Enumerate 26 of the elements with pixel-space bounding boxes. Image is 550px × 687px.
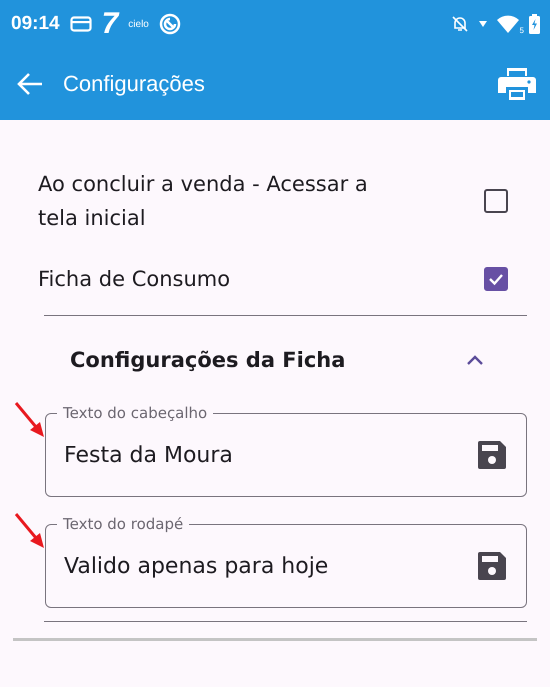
- save-icon[interactable]: [477, 551, 507, 581]
- setting-label: Ficha de Consumo: [38, 266, 232, 293]
- chevron-icon[interactable]: [465, 354, 485, 366]
- screen-title: Configurações: [63, 71, 205, 97]
- checkbox[interactable]: [484, 267, 508, 291]
- save-icon[interactable]: [477, 440, 507, 470]
- circle-logo-icon: [158, 13, 181, 35]
- logo-text: cielo: [128, 18, 149, 30]
- status-time: 09:14: [11, 13, 60, 35]
- annotation-arrow: [14, 512, 46, 550]
- signal-arrow-icon: [479, 20, 487, 28]
- wifi-icon: [497, 15, 519, 33]
- checkbox[interactable]: [484, 189, 508, 213]
- back-arrow-icon[interactable]: [17, 72, 43, 96]
- field-label: Texto do rodapé: [57, 514, 190, 534]
- section-title: Configurações da Ficha: [70, 348, 346, 372]
- field-value: Festa da Moura: [64, 442, 233, 468]
- field-value: Valido apenas para hoje: [64, 554, 328, 578]
- annotation-arrow: [14, 401, 46, 439]
- printer-icon[interactable]: [498, 67, 536, 101]
- wifi-label: 5: [520, 26, 524, 35]
- card-icon: [70, 16, 92, 32]
- bell-off-icon: [451, 15, 469, 33]
- setting-label: Ao concluir a venda - Acessar a tela inicial: [38, 171, 369, 232]
- battery-icon: [529, 14, 540, 34]
- logo-number: 7: [102, 9, 118, 39]
